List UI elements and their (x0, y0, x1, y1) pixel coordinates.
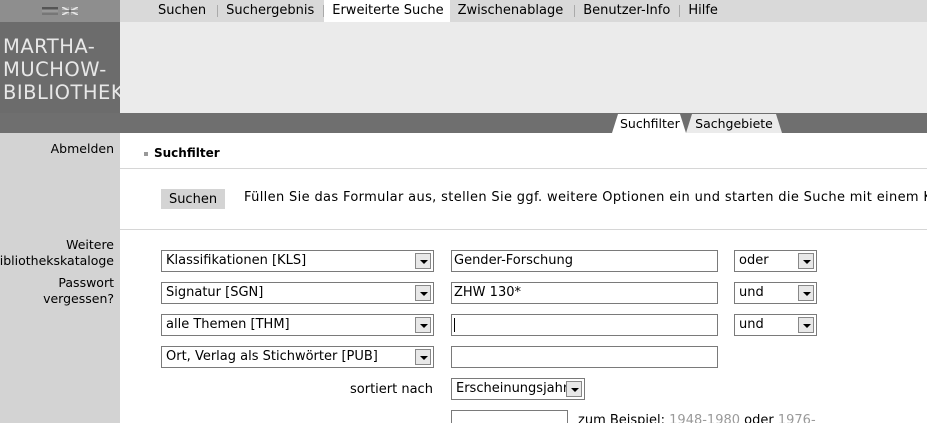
sort-select[interactable]: Erscheinungsjahr (451, 378, 585, 400)
operator-select-2[interactable]: und (734, 282, 817, 304)
divider (120, 229, 927, 230)
chevron-down-icon[interactable] (798, 253, 814, 269)
search-term-input-2[interactable]: ZHW 130* (451, 282, 718, 304)
logo-line-1: MARTHA- (3, 35, 96, 58)
menu-item-suchen[interactable]: Suchen (120, 0, 219, 22)
text-cursor (454, 317, 455, 332)
field-select-3[interactable]: alle Themen [THM] (161, 314, 434, 336)
menu-item-zwischenablage[interactable]: Zwischenablage (450, 0, 576, 22)
other-catalogs-link[interactable]: Weitere Bibliothekskataloge (0, 237, 114, 269)
sort-label: sortiert nach (350, 382, 433, 397)
chevron-down-icon[interactable] (415, 317, 431, 333)
field-select-3-value: alle Themen [THM] (166, 317, 290, 332)
forgot-password-line-2: vergessen? (43, 291, 114, 306)
instructions-text: Füllen Sie das Formular aus, stellen Sie… (244, 190, 927, 205)
year-range-input[interactable] (451, 410, 568, 423)
menu-item-hilfe[interactable]: Hilfe (680, 0, 726, 22)
language-switcher (0, 0, 120, 22)
tab-suchfilter[interactable]: Suchfilter (612, 114, 686, 133)
field-select-4-value: Ort, Verlag als Stichwörter [PUB] (166, 349, 378, 364)
main-menu: Suchen Suchergebnis Erweiterte Suche Zwi… (120, 0, 726, 22)
forgot-password-line-1: Passwort (58, 275, 114, 290)
chevron-down-icon[interactable] (415, 253, 431, 269)
example-or: oder (744, 413, 774, 423)
logo-line-3: BIBLIOTHEK (3, 81, 125, 104)
year-example-text: zum Beispiel: 1948-1980 oder 1976- (578, 413, 816, 423)
subtab-bar: Suchfilter Sachgebiete (0, 113, 927, 133)
chevron-down-icon[interactable] (566, 381, 582, 397)
example-range-1: 1948-1980 (669, 413, 741, 423)
forgot-password-link[interactable]: Passwort vergessen? (43, 275, 114, 307)
logo-line-2: MUCHOW- (3, 58, 107, 81)
example-prefix: zum Beispiel: (578, 413, 666, 423)
menu-item-suchergebnis[interactable]: Suchergebnis (218, 0, 325, 22)
divider (120, 168, 927, 169)
sort-select-value: Erscheinungsjahr (456, 381, 569, 396)
field-select-1-value: Klassifikationen [KLS] (166, 253, 307, 268)
section-title-text: Suchfilter (154, 146, 220, 160)
field-select-2-value: Signatur [SGN] (166, 285, 264, 300)
other-catalogs-line-1: Weitere (66, 237, 114, 252)
chevron-down-icon[interactable] (798, 317, 814, 333)
search-button[interactable]: Suchen (161, 189, 225, 209)
search-term-input-1[interactable]: Gender-Forschung (451, 250, 718, 272)
menu-item-erweiterte-suche[interactable]: Erweiterte Suche (324, 0, 450, 22)
search-term-input-3[interactable] (451, 314, 718, 336)
german-flag-icon[interactable] (42, 7, 58, 15)
field-select-4[interactable]: Ort, Verlag als Stichwörter [PUB] (161, 346, 434, 368)
chevron-down-icon[interactable] (415, 349, 431, 365)
operator-select-3-value: und (739, 317, 764, 332)
chevron-down-icon[interactable] (415, 285, 431, 301)
menu-item-benutzer-info[interactable]: Benutzer-Info (575, 0, 681, 22)
search-filter-form: Suchfilter Suchen Füllen Sie das Formula… (120, 133, 927, 423)
operator-select-1-value: oder (739, 253, 769, 268)
operator-select-2-value: und (739, 285, 764, 300)
search-term-input-4[interactable] (451, 346, 718, 368)
chevron-down-icon[interactable] (798, 285, 814, 301)
example-range-2: 1976- (777, 413, 816, 423)
header-banner (120, 22, 927, 113)
field-select-1[interactable]: Klassifikationen [KLS] (161, 250, 434, 272)
logout-link[interactable]: Abmelden (51, 141, 114, 157)
other-catalogs-line-2: Bibliothekskataloge (0, 253, 114, 268)
uk-flag-icon[interactable] (62, 7, 78, 15)
field-select-2[interactable]: Signatur [SGN] (161, 282, 434, 304)
section-title: Suchfilter (144, 146, 220, 160)
tab-sachgebiete[interactable]: Sachgebiete (686, 114, 782, 133)
top-navigation: Suchen Suchergebnis Erweiterte Suche Zwi… (0, 0, 927, 22)
operator-select-1[interactable]: oder (734, 250, 817, 272)
bullet-icon (144, 151, 148, 156)
library-logo: MARTHA- MUCHOW- BIBLIOTHEK (0, 22, 124, 113)
sidebar: Abmelden Weitere Bibliothekskataloge Pas… (0, 133, 120, 423)
operator-select-3[interactable]: und (734, 314, 817, 336)
